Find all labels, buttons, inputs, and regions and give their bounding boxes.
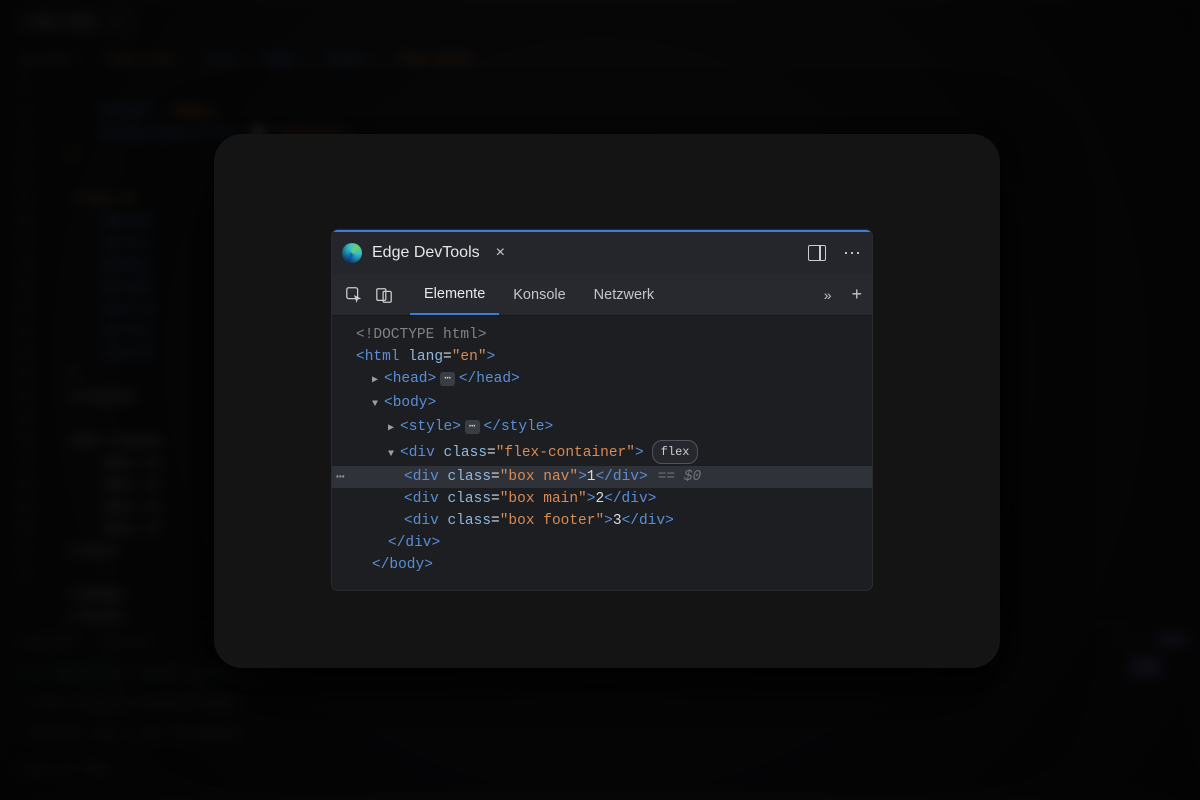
dom-node[interactable]: <div class="box footer">3</div> bbox=[332, 510, 872, 532]
dom-node[interactable]: ▼<body> bbox=[332, 392, 872, 416]
dom-node-selected[interactable]: <div class="box nav">1</div>== $0 bbox=[332, 466, 872, 488]
flex-badge[interactable]: flex bbox=[652, 440, 699, 464]
more-options-icon[interactable]: ⋯ bbox=[844, 244, 862, 262]
devtools-titlebar[interactable]: Edge DevTools × ⋯ bbox=[332, 230, 872, 274]
inspect-element-icon[interactable] bbox=[342, 286, 366, 304]
add-tab-icon[interactable]: + bbox=[851, 284, 862, 305]
dom-node[interactable]: ▶<style>⋯</style> bbox=[332, 416, 872, 440]
dom-node[interactable]: <!DOCTYPE html> bbox=[332, 324, 872, 346]
selected-ref: == $0 bbox=[658, 469, 702, 485]
dom-node[interactable]: </body> bbox=[332, 554, 872, 576]
devtools-tabbar: Elemente Konsole Netzwerk » + bbox=[332, 274, 872, 316]
close-tab-icon[interactable]: × bbox=[496, 244, 505, 262]
tab-network[interactable]: Netzwerk bbox=[580, 274, 668, 315]
dom-node[interactable]: <html lang="en"> bbox=[332, 346, 872, 368]
device-toolbar-icon[interactable] bbox=[372, 286, 396, 304]
showcase-card: Edge DevTools × ⋯ Elemente Konsole Netzw… bbox=[214, 134, 1000, 668]
dom-node[interactable]: </div> bbox=[332, 532, 872, 554]
more-tabs-icon[interactable]: » bbox=[824, 287, 832, 303]
dom-node[interactable]: <div class="box main">2</div> bbox=[332, 488, 872, 510]
dom-node[interactable]: ▼<div class="flex-container">flex bbox=[332, 440, 872, 466]
devtools-panel: Edge DevTools × ⋯ Elemente Konsole Netzw… bbox=[332, 230, 872, 590]
edge-logo-icon bbox=[342, 243, 362, 263]
tab-elements[interactable]: Elemente bbox=[410, 274, 499, 315]
devtools-title: Edge DevTools bbox=[372, 244, 480, 262]
dock-side-icon[interactable] bbox=[808, 244, 826, 262]
tab-console[interactable]: Konsole bbox=[499, 274, 579, 315]
dom-node[interactable]: ▶<head>⋯</head> bbox=[332, 368, 872, 392]
dom-tree[interactable]: <!DOCTYPE html> <html lang="en"> ▶<head>… bbox=[332, 316, 872, 590]
